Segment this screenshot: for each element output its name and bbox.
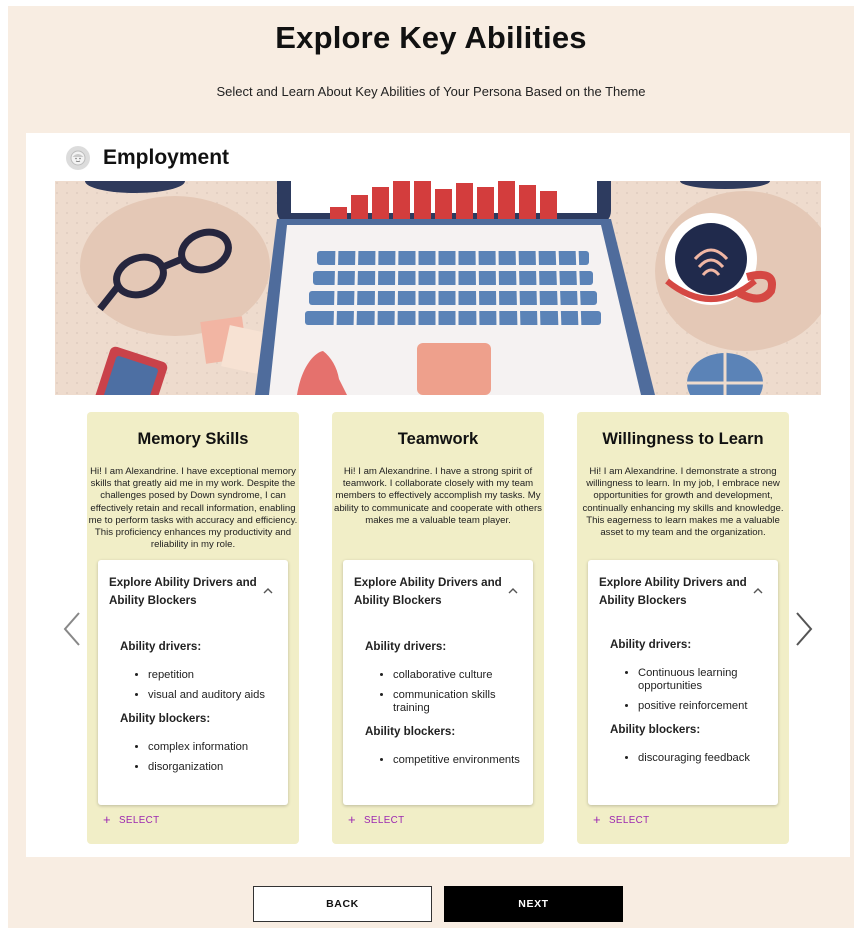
ability-card-teamwork: Teamwork Hi! I am Alexandrine. I have a … xyxy=(332,412,544,844)
drivers-label: Ability drivers: xyxy=(120,640,202,653)
chevron-up-icon[interactable] xyxy=(752,586,764,596)
drivers-list: repetition visual and auditory aids xyxy=(120,669,280,702)
blockers-label: Ability blockers: xyxy=(365,725,456,738)
driver-item: collaborative culture xyxy=(393,669,525,682)
chevron-up-icon[interactable] xyxy=(507,586,519,596)
accordion-body: Ability drivers: Continuous learning opp… xyxy=(610,638,770,775)
back-button[interactable]: BACK xyxy=(253,886,432,922)
plus-icon: + xyxy=(348,812,356,827)
previous-arrow-icon[interactable] xyxy=(61,609,83,649)
driver-item: visual and auditory aids xyxy=(148,689,280,702)
ability-accordion: Explore Ability Drivers and Ability Bloc… xyxy=(98,560,288,805)
blockers-list: complex information disorganization xyxy=(120,741,280,774)
drivers-label: Ability drivers: xyxy=(365,640,447,653)
plus-icon: + xyxy=(593,812,601,827)
chevron-up-icon[interactable] xyxy=(262,586,274,596)
blocker-item: complex information xyxy=(148,741,280,754)
select-label: SELECT xyxy=(609,815,650,826)
blockers-list: competitive environments xyxy=(365,754,525,767)
driver-item: repetition xyxy=(148,669,280,682)
blockers-list: discouraging feedback xyxy=(610,752,770,765)
page-title: Explore Key Abilities xyxy=(275,20,587,55)
select-label: SELECT xyxy=(119,815,160,826)
accordion-header[interactable]: Explore Ability Drivers and Ability Bloc… xyxy=(599,574,749,610)
accordion-header[interactable]: Explore Ability Drivers and Ability Bloc… xyxy=(109,574,259,610)
persona-face-icon xyxy=(66,146,90,170)
select-button[interactable]: + SELECT xyxy=(348,812,405,827)
select-button[interactable]: + SELECT xyxy=(103,812,160,827)
card-description: Hi! I am Alexandrine. I demonstrate a st… xyxy=(582,466,784,539)
card-description: Hi! I am Alexandrine. I have a strong sp… xyxy=(334,466,542,526)
drivers-label: Ability drivers: xyxy=(610,638,692,651)
drivers-list: Continuous learning opportunities positi… xyxy=(610,667,770,713)
driver-item: communication skills training xyxy=(393,689,525,715)
blocker-item: competitive environments xyxy=(393,754,525,767)
page-background: Explore Key Abilities Select and Learn A… xyxy=(8,6,854,928)
plus-icon: + xyxy=(103,812,111,827)
select-button[interactable]: + SELECT xyxy=(593,812,650,827)
driver-item: positive reinforcement xyxy=(638,700,770,713)
accordion-body: Ability drivers: repetition visual and a… xyxy=(120,640,280,784)
accordion-body: Ability drivers: collaborative culture c… xyxy=(365,640,525,777)
ability-accordion: Explore Ability Drivers and Ability Bloc… xyxy=(343,560,533,805)
next-button[interactable]: NEXT xyxy=(444,886,623,922)
ability-accordion: Explore Ability Drivers and Ability Bloc… xyxy=(588,560,778,805)
driver-item: Continuous learning opportunities xyxy=(638,667,770,693)
ability-card-willingness-to-learn: Willingness to Learn Hi! I am Alexandrin… xyxy=(577,412,789,844)
card-title: Willingness to Learn xyxy=(602,430,764,448)
theme-panel: Employment Memory Skills Hi! I am Alexan… xyxy=(26,133,850,857)
next-arrow-icon[interactable] xyxy=(793,609,815,649)
banner-image xyxy=(55,181,821,395)
select-label: SELECT xyxy=(364,815,405,826)
theme-title: Employment xyxy=(103,146,230,169)
blocker-item: discouraging feedback xyxy=(638,752,770,765)
card-title: Teamwork xyxy=(397,430,479,448)
page-subtitle: Select and Learn About Key Abilities of … xyxy=(216,84,646,99)
drivers-list: collaborative culture communication skil… xyxy=(365,669,525,715)
card-title: Memory Skills xyxy=(137,430,249,448)
accordion-header[interactable]: Explore Ability Drivers and Ability Bloc… xyxy=(354,574,504,610)
card-description: Hi! I am Alexandrine. I have exceptional… xyxy=(88,466,298,551)
blocker-item: disorganization xyxy=(148,761,280,774)
blockers-label: Ability blockers: xyxy=(120,712,211,725)
ability-card-memory-skills: Memory Skills Hi! I am Alexandrine. I ha… xyxy=(87,412,299,844)
blockers-label: Ability blockers: xyxy=(610,723,701,736)
